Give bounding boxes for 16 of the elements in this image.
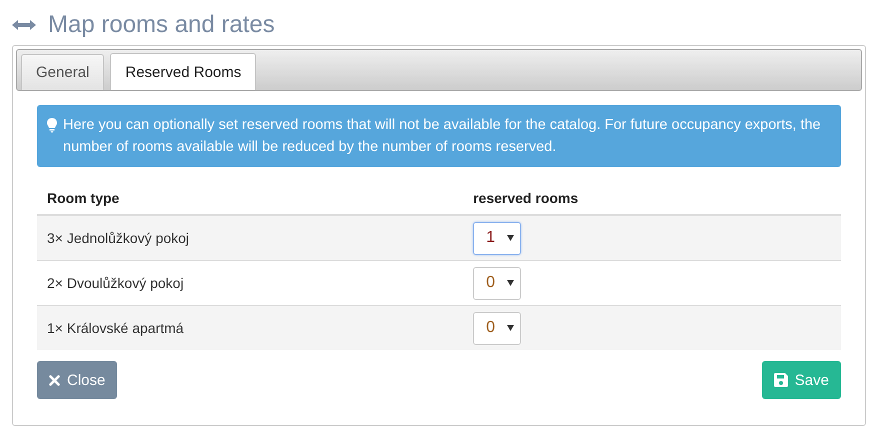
reserved-select[interactable]: 0	[473, 266, 522, 300]
reserved-select[interactable]: 1	[473, 222, 522, 254]
tab[interactable]: Reserved Rooms	[110, 53, 256, 90]
lightbulb-icon	[47, 118, 57, 133]
caret-icon	[507, 235, 514, 241]
horizontal-arrows-icon	[12, 19, 36, 31]
close-button[interactable]: Close	[37, 361, 118, 399]
page-title: Map rooms and rates	[48, 11, 275, 39]
close-icon	[49, 374, 60, 386]
tab[interactable]: General	[21, 54, 104, 90]
save-button[interactable]: Save	[762, 361, 841, 399]
table-cell: 1× Královské apartmá	[37, 306, 464, 350]
caret-icon	[507, 325, 514, 331]
reserved-select[interactable]: 0	[473, 312, 522, 344]
caret-icon	[507, 280, 514, 286]
alert-text: Here you can optionally set reserved rooms that will not be available for the catalog. For future occupancy exports, the number of rooms available will be reduced by the number of rooms reserved.	[63, 116, 822, 157]
